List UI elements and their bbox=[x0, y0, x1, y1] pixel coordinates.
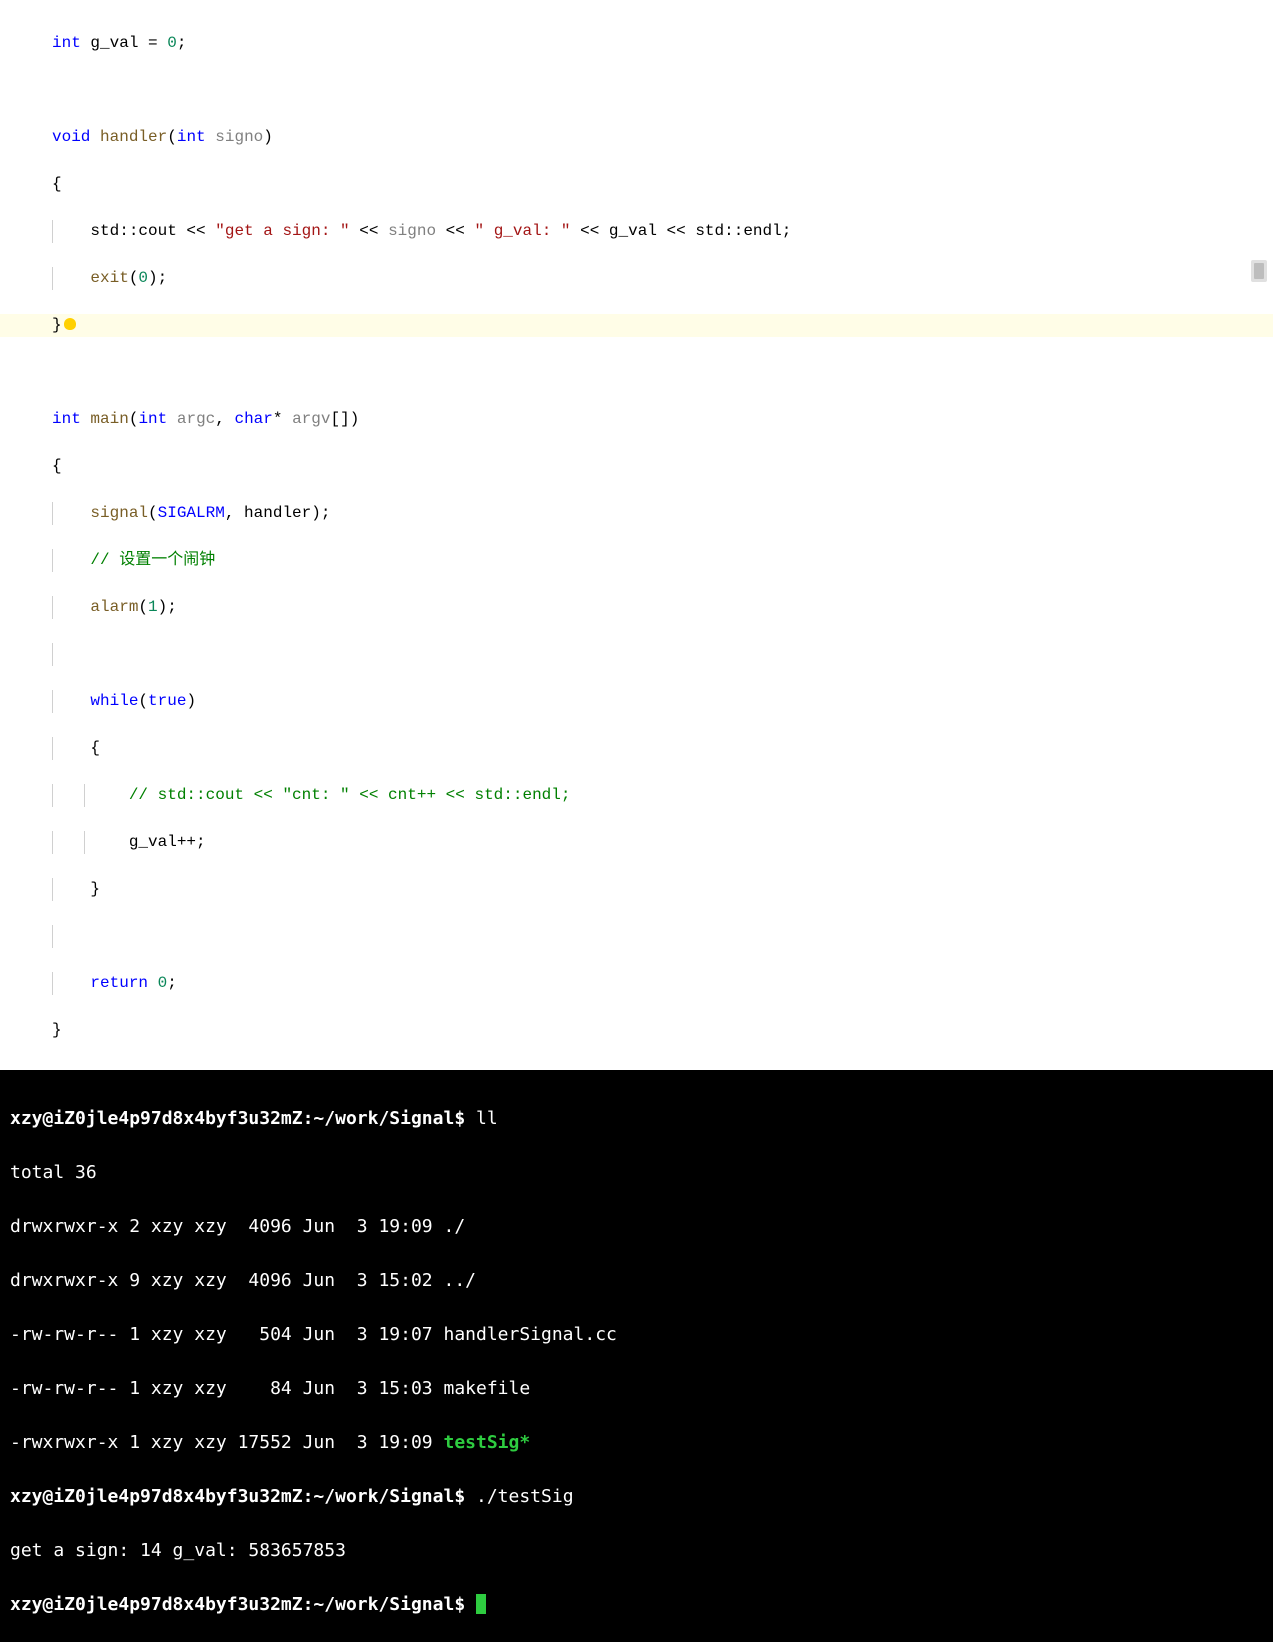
lightbulb-icon[interactable] bbox=[64, 318, 76, 330]
terminal-line: xzy@iZ0jle4p97d8x4byf3u32mZ:~/work/Signa… bbox=[10, 1483, 1263, 1510]
terminal-line: total 36 bbox=[10, 1159, 1263, 1186]
code-line: int main(int argc, char* argv[]) bbox=[0, 408, 1273, 432]
code-line: signal(SIGALRM, handler); bbox=[0, 502, 1273, 526]
code-line: } bbox=[0, 878, 1273, 902]
code-line: // std::cout << "cnt: " << cnt++ << std:… bbox=[0, 784, 1273, 808]
code-line-blank bbox=[0, 361, 1273, 385]
terminal-panel[interactable]: xzy@iZ0jle4p97d8x4byf3u32mZ:~/work/Signa… bbox=[0, 1070, 1273, 1642]
terminal-line: -rw-rw-r-- 1 xzy xzy 84 Jun 3 15:03 make… bbox=[10, 1375, 1263, 1402]
terminal-cursor bbox=[476, 1594, 486, 1614]
terminal-line: drwxrwxr-x 2 xzy xzy 4096 Jun 3 19:09 ./ bbox=[10, 1213, 1263, 1240]
code-line: while(true) bbox=[0, 690, 1273, 714]
terminal-line: drwxrwxr-x 9 xzy xzy 4096 Jun 3 15:02 ..… bbox=[10, 1267, 1263, 1294]
code-line: { bbox=[0, 173, 1273, 197]
terminal-line: xzy@iZ0jle4p97d8x4byf3u32mZ:~/work/Signa… bbox=[10, 1105, 1263, 1132]
terminal-line: get a sign: 14 g_val: 583657853 bbox=[10, 1537, 1263, 1564]
minimap-indicator[interactable] bbox=[1251, 260, 1267, 282]
code-line-blank bbox=[0, 79, 1273, 103]
keyword-int: int bbox=[52, 34, 81, 52]
code-line-highlighted: } bbox=[0, 314, 1273, 338]
code-line-blank bbox=[0, 925, 1273, 949]
code-editor[interactable]: int g_val = 0; void handler(int signo) {… bbox=[0, 0, 1273, 1070]
screenshot-wrapper: int g_val = 0; void handler(int signo) {… bbox=[0, 0, 1273, 1642]
code-line: g_val++; bbox=[0, 831, 1273, 855]
code-line: std::cout << "get a sign: " << signo << … bbox=[0, 220, 1273, 244]
code-line: void handler(int signo) bbox=[0, 126, 1273, 150]
terminal-line: xzy@iZ0jle4p97d8x4byf3u32mZ:~/work/Signa… bbox=[10, 1591, 1263, 1618]
code-line: exit(0); bbox=[0, 267, 1273, 291]
code-line: alarm(1); bbox=[0, 596, 1273, 620]
code-line: { bbox=[0, 455, 1273, 479]
code-line: int g_val = 0; bbox=[0, 32, 1273, 56]
code-line: // 设置一个闹钟 bbox=[0, 549, 1273, 573]
code-line: { bbox=[0, 737, 1273, 761]
terminal-line: -rwxrwxr-x 1 xzy xzy 17552 Jun 3 19:09 t… bbox=[10, 1429, 1263, 1456]
code-line: } bbox=[0, 1019, 1273, 1043]
code-line: return 0; bbox=[0, 972, 1273, 996]
code-line-blank bbox=[0, 643, 1273, 667]
terminal-line: -rw-rw-r-- 1 xzy xzy 504 Jun 3 19:07 han… bbox=[10, 1321, 1263, 1348]
